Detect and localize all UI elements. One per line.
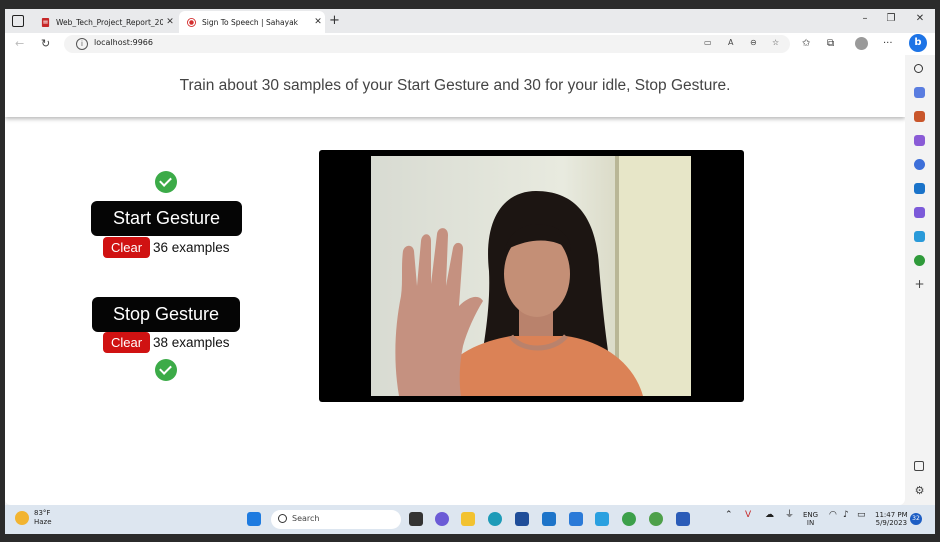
sidebar-toggle-icon[interactable] (914, 461, 924, 471)
stop-trained-check-icon (155, 359, 177, 381)
close-tab-icon[interactable]: ✕ (163, 17, 177, 27)
wifi-icon[interactable]: ◠ (829, 511, 837, 520)
vscode-icon[interactable] (569, 512, 583, 526)
site-info-icon[interactable]: i (76, 38, 88, 50)
more-icon[interactable]: ··· (883, 38, 893, 49)
start-trained-check-icon (155, 171, 177, 193)
region-label: IN (806, 519, 815, 527)
app-icon[interactable] (595, 512, 609, 526)
webcam-container (319, 150, 744, 402)
tab-sign-to-speech[interactable]: Sign To Speech | Sahayak ✕ (179, 11, 325, 33)
tab-actions-icon[interactable] (11, 14, 25, 28)
launcher-icon[interactable] (542, 512, 556, 526)
start-example-count: 36 examples (153, 240, 230, 255)
onedrive-icon[interactable]: ☁ (765, 511, 774, 520)
back-icon[interactable]: ← (15, 37, 24, 50)
weather-temp: 83°F (34, 509, 51, 517)
taskbar-search[interactable]: Search (271, 510, 401, 529)
profile-avatar[interactable] (855, 37, 868, 50)
tray-app-icon[interactable]: V (745, 511, 751, 520)
new-tab-button[interactable]: + (329, 13, 340, 28)
windows-taskbar: 83°F Haze Search ⌃ V ☁ ⏚ ENG IN ◠ ♪ ▭ 11… (5, 505, 935, 534)
battery-icon[interactable]: ▭ (857, 511, 866, 520)
start-icon[interactable] (247, 512, 261, 526)
maximize-button[interactable]: ❐ (881, 13, 901, 24)
designer-icon[interactable] (914, 207, 925, 218)
tab-report[interactable]: Web_Tech_Project_Report_2010... ✕ (33, 11, 177, 33)
page-heading: Train about 30 samples of your Start Ges… (179, 77, 731, 94)
url-text: localhost:9966 (94, 38, 153, 47)
mic-icon[interactable]: ⏚ (785, 511, 794, 520)
read-aloud-icon[interactable]: A (728, 38, 733, 47)
close-tab-icon[interactable]: ✕ (311, 17, 325, 27)
shopping-icon[interactable] (914, 87, 925, 98)
notification-badge[interactable]: 32 (910, 513, 922, 525)
browser-window: Web_Tech_Project_Report_2010... ✕ Sign T… (5, 9, 935, 505)
start-clear-button[interactable]: Clear (103, 237, 150, 258)
page-content: Train about 30 samples of your Start Ges… (5, 55, 905, 505)
microsoft-365-icon[interactable] (914, 159, 925, 170)
language-label: ENG (803, 511, 819, 519)
stop-gesture-button[interactable]: Stop Gesture (92, 297, 240, 332)
weather-desc: Haze (34, 518, 52, 526)
webcam-feed (371, 156, 691, 396)
header-bar: Train about 30 samples of your Start Ges… (5, 55, 905, 117)
weather-widget[interactable]: 83°F Haze (34, 509, 52, 527)
camera-in-use-icon[interactable]: ▭ (704, 38, 712, 47)
clock-time: 11:47 PM (875, 511, 908, 519)
record-icon (187, 17, 196, 27)
language-indicator[interactable]: ENG IN (803, 511, 818, 527)
refresh-icon[interactable]: ↻ (41, 37, 50, 50)
outlook-icon[interactable] (914, 183, 925, 194)
tray-chevron-icon[interactable]: ⌃ (725, 511, 733, 520)
search-icon (278, 514, 287, 523)
tab-title: Web_Tech_Project_Report_2010... (56, 17, 163, 27)
edge-sidebar: + ⚙ (905, 55, 935, 505)
stop-example-count: 38 examples (153, 335, 230, 350)
store-icon[interactable] (515, 512, 529, 526)
toolbar: ← ↻ i localhost:9966 ▭ A ⊖ ☆ ✩ ⧉ ··· b (5, 33, 935, 55)
games-icon[interactable] (914, 135, 925, 146)
search-placeholder: Search (292, 514, 320, 523)
task-view-icon[interactable] (409, 512, 423, 526)
collections-icon[interactable]: ⧉ (827, 38, 834, 49)
tab-strip: Web_Tech_Project_Report_2010... ✕ Sign T… (5, 9, 935, 33)
settings-icon[interactable]: ⚙ (914, 485, 925, 496)
stop-clear-button[interactable]: Clear (103, 332, 150, 353)
clock[interactable]: 11:47 PM 5/9/2023 (875, 511, 908, 527)
address-bar[interactable]: i localhost:9966 ▭ A ⊖ ☆ (64, 35, 790, 53)
close-window-button[interactable]: ✕ (910, 13, 930, 24)
zoom-icon[interactable]: ⊖ (750, 38, 757, 47)
chrome-profile-icon[interactable] (649, 512, 663, 526)
tree-icon[interactable] (914, 255, 925, 266)
pdf-icon (41, 17, 50, 27)
chat-icon[interactable] (435, 512, 449, 526)
drop-icon[interactable] (914, 231, 925, 242)
minimize-button[interactable]: – (855, 13, 875, 24)
start-gesture-button[interactable]: Start Gesture (91, 201, 242, 236)
word-icon[interactable] (676, 512, 690, 526)
add-icon[interactable]: + (914, 278, 925, 290)
bing-copilot-icon[interactable]: b (909, 34, 927, 52)
favorites-icon[interactable]: ✩ (802, 38, 810, 49)
weather-icon[interactable] (15, 511, 29, 525)
edge-icon[interactable] (488, 512, 502, 526)
volume-icon[interactable]: ♪ (843, 511, 849, 520)
tools-icon[interactable] (914, 111, 925, 122)
tab-title: Sign To Speech | Sahayak (202, 17, 299, 27)
clock-date: 5/9/2023 (875, 519, 908, 527)
favorite-icon[interactable]: ☆ (772, 38, 779, 47)
search-icon[interactable] (914, 64, 923, 73)
chrome-icon[interactable] (622, 512, 636, 526)
file-explorer-icon[interactable] (461, 512, 475, 526)
